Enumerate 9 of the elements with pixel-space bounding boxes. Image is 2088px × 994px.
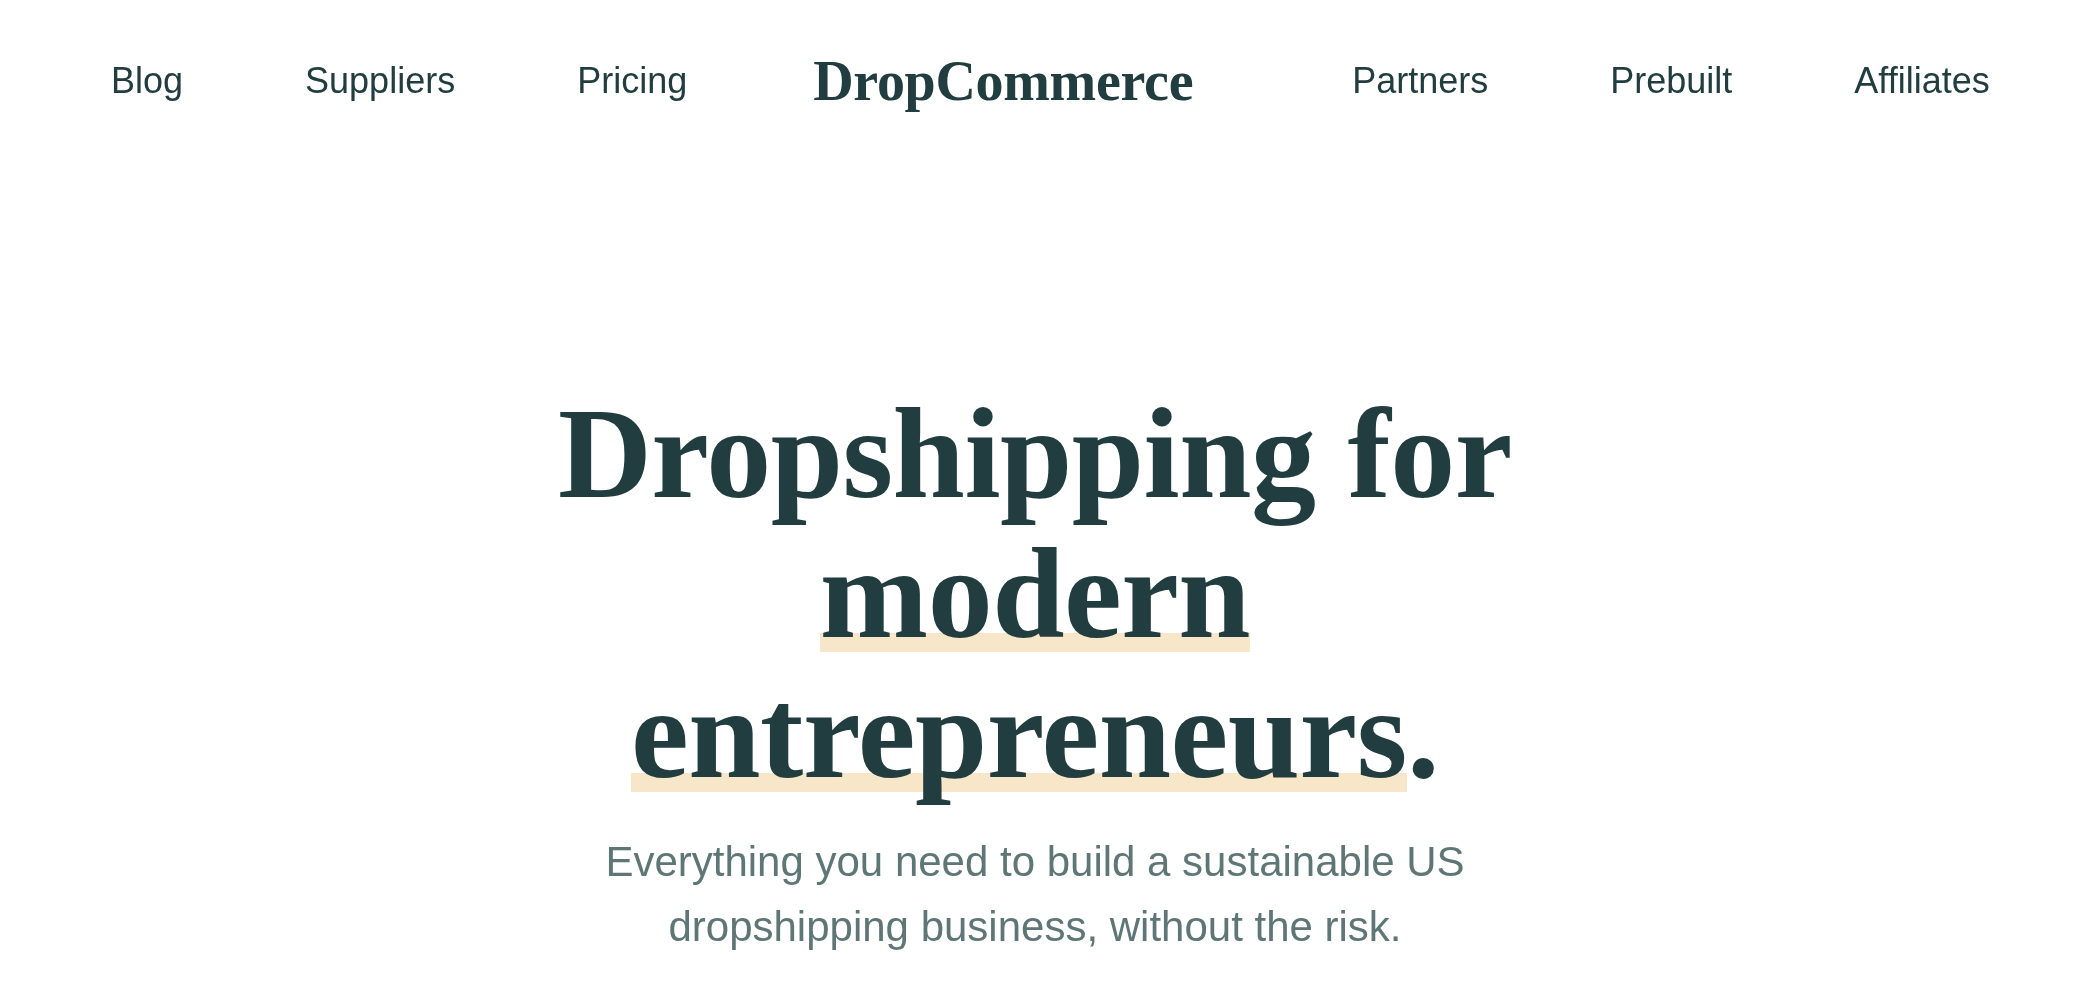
brand-logo[interactable]: DropCommerce [813,49,1194,113]
nav-link[interactable]: Blog [111,60,184,102]
hero-heading: Dropshipping for modern entrepreneurs. [556,383,1514,803]
hero-subtitle: Everything you need to build a sustainable US dropshipping business, without the risk. [604,837,1466,952]
nav-link[interactable]: Partners [1352,60,1489,102]
nav-link[interactable]: Pricing [577,60,688,102]
nav-link[interactable]: Affiliates [1854,60,1990,102]
nav-link[interactable]: Prebuilt [1610,60,1733,102]
nav-link[interactable]: Suppliers [305,60,456,102]
